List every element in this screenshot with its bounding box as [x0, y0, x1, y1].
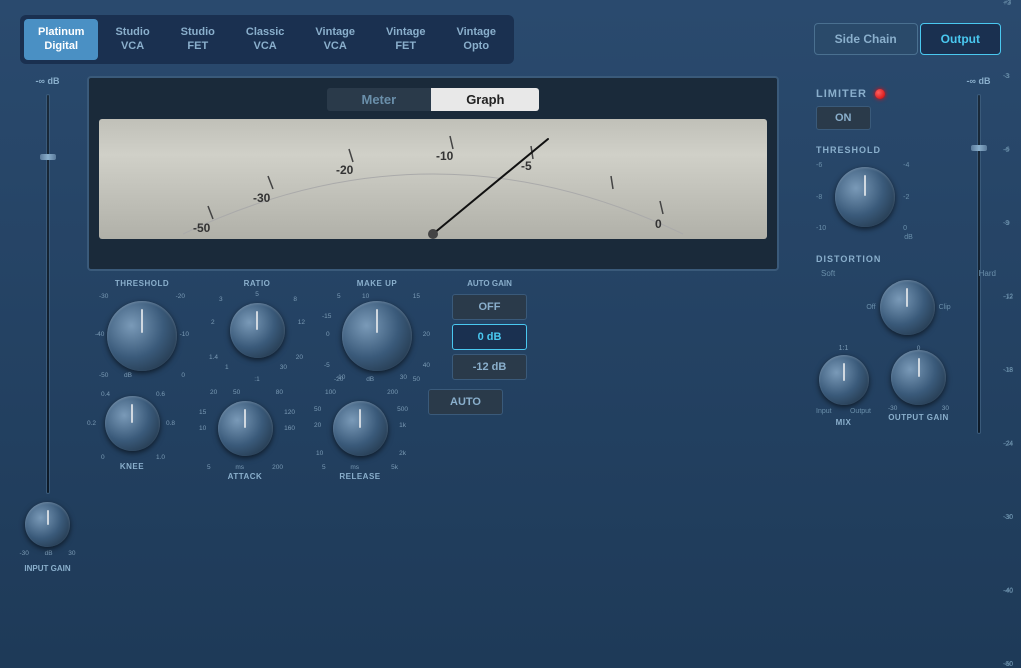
auto-gain-section: AUTO GAIN OFF 0 dB -12 dB — [452, 279, 527, 380]
ratio-group: RATIO 5 8 12 20 30 3 2 1.4 1 :1 — [217, 279, 297, 371]
mix-output-label: Output — [850, 408, 871, 415]
right-fader-value: -∞ dB — [967, 76, 991, 86]
input-gain-knob[interactable] — [25, 502, 70, 547]
preset-tab-platinum-digital[interactable]: PlatinumDigital — [24, 19, 98, 60]
right-panel: LIMITER ON THRESHOLD -6 -8 -10 — [816, 88, 1001, 427]
row1-controls: THRESHOLD -30 -20 -40 -10 -50 dB 0 RATIO — [87, 279, 779, 381]
release-group: 100 200 50 20 10 500 1k 2k 5 ms 5k RELEA… — [320, 389, 400, 481]
makeup-label: MAKE UP — [357, 279, 397, 288]
input-gain-section: -∞ dB +3 -3 -6 -9 -12 -18 -24 — [20, 76, 75, 634]
limiter-title: LIMITER — [816, 88, 867, 100]
vu-display: -50 -30 -20 -10 -5 0 — [99, 119, 767, 239]
mix-knob[interactable] — [819, 355, 869, 405]
meter-tabs: Meter Graph — [99, 88, 767, 111]
limiter-led — [875, 89, 885, 99]
attack-label: ATTACK — [228, 472, 263, 481]
output-button[interactable]: Output — [920, 23, 1001, 55]
preset-tab-studio-fet[interactable]: StudioFET — [167, 19, 229, 60]
main-area: -∞ dB +3 -3 -6 -9 -12 -18 -24 — [20, 76, 1001, 634]
mix-title: MIX — [836, 418, 852, 427]
mix-scale-label: 1:1 — [839, 345, 849, 352]
input-gain-label: INPUT GAIN — [24, 564, 70, 573]
attack-group: 20 50 80 15 10 120 160 5 ms 200 ATTACK — [205, 389, 285, 481]
vu-inner: -50 -30 -20 -10 -5 0 — [99, 119, 767, 239]
input-fader-track[interactable] — [46, 94, 50, 494]
svg-text:-30: -30 — [253, 191, 271, 205]
ratio-label: RATIO — [244, 279, 271, 288]
svg-text:-10: -10 — [436, 149, 454, 163]
threshold-knob[interactable] — [107, 301, 177, 371]
makeup-knob[interactable] — [342, 301, 412, 371]
release-knob[interactable] — [333, 401, 388, 456]
meter-tab-meter[interactable]: Meter — [327, 88, 432, 111]
distortion-title: DISTORTION — [816, 254, 881, 264]
mix-input-label: Input — [816, 408, 832, 415]
knee-label: KNEE — [120, 462, 144, 471]
meter-tab-graph[interactable]: Graph — [431, 88, 539, 111]
side-chain-button[interactable]: Side Chain — [814, 23, 918, 55]
svg-text:-20: -20 — [336, 163, 354, 177]
top-right-buttons: Side Chain Output — [814, 23, 1001, 55]
preset-tab-studio-vca[interactable]: StudioVCA — [101, 19, 163, 60]
threshold-label: THRESHOLD — [115, 279, 169, 288]
distortion-off-label: Off — [866, 304, 875, 311]
input-gain-min: -30 — [20, 550, 29, 557]
preset-tabs: PlatinumDigital StudioVCA StudioFET Clas… — [20, 15, 514, 64]
makeup-group: MAKE UP 5 10 15 0 20 -5 -10 30 40 -15 dB — [332, 279, 422, 381]
distortion-soft-label: Soft — [821, 269, 835, 278]
distortion-knob[interactable] — [880, 280, 935, 335]
distortion-hard-label: Hard — [979, 269, 996, 278]
limiter-on-button[interactable]: ON — [816, 106, 871, 130]
ratio-knob[interactable] — [230, 303, 285, 358]
input-fader-handle[interactable] — [40, 154, 56, 160]
release-auto-button[interactable]: AUTO — [428, 389, 503, 415]
limiter-threshold-scale-left: -6 -8 -10 — [816, 162, 826, 232]
limiter-threshold-title: THRESHOLD — [816, 145, 881, 155]
limiter-threshold-scale-right: -4 -2 0 — [903, 162, 909, 232]
top-bar: PlatinumDigital StudioVCA StudioFET Clas… — [20, 15, 1001, 64]
row2-controls: 0.4 0.6 0.2 0.8 0 1.0 KNEE 20 50 — [87, 389, 779, 481]
input-gain-max: 30 — [68, 550, 75, 557]
input-gain-value: -∞ dB — [36, 76, 60, 86]
auto-gain-12db-button[interactable]: -12 dB — [452, 354, 527, 380]
auto-gain-label: AUTO GAIN — [467, 279, 512, 288]
knee-group: 0.4 0.6 0.2 0.8 0 1.0 KNEE — [97, 389, 167, 471]
right-fader-scale: +3 -3 -6 -9 -12 -18 -24 — [1004, 0, 1013, 668]
auto-gain-off-button[interactable]: OFF — [452, 294, 527, 320]
vu-meter-container: Meter Graph — [87, 76, 779, 271]
auto-gain-0db-button[interactable]: 0 dB — [452, 324, 527, 350]
attack-knob[interactable] — [218, 401, 273, 456]
input-gain-unit: dB — [45, 550, 53, 557]
svg-text:0: 0 — [655, 217, 662, 231]
threshold-group: THRESHOLD -30 -20 -40 -10 -50 dB 0 — [97, 279, 187, 381]
limiter-threshold-knob[interactable] — [835, 167, 895, 227]
preset-tab-vintage-vca[interactable]: VintageVCA — [301, 19, 369, 60]
knee-knob[interactable] — [105, 396, 160, 451]
vu-arc-svg: -50 -30 -20 -10 -5 0 — [153, 124, 713, 239]
output-gain-label: OUTPUT GAIN — [888, 413, 949, 422]
distortion-clip-label: Clip — [939, 304, 951, 311]
preset-tab-vintage-fet[interactable]: VintageFET — [372, 19, 440, 60]
output-gain-knob[interactable] — [891, 350, 946, 405]
preset-tab-classic-vca[interactable]: ClassicVCA — [232, 19, 299, 60]
center-section: Meter Graph — [87, 76, 779, 634]
right-section: -∞ dB +3 -3 -6 -9 -12 — [791, 76, 1001, 634]
plugin-container: PlatinumDigital StudioVCA StudioFET Clas… — [0, 0, 1021, 668]
preset-tab-vintage-opto[interactable]: VintageOpto — [442, 19, 510, 60]
svg-text:-50: -50 — [193, 221, 211, 235]
ratio-unit: :1 — [254, 376, 259, 383]
release-label: RELEASE — [339, 472, 380, 481]
limiter-threshold-unit: dB — [816, 234, 1001, 241]
